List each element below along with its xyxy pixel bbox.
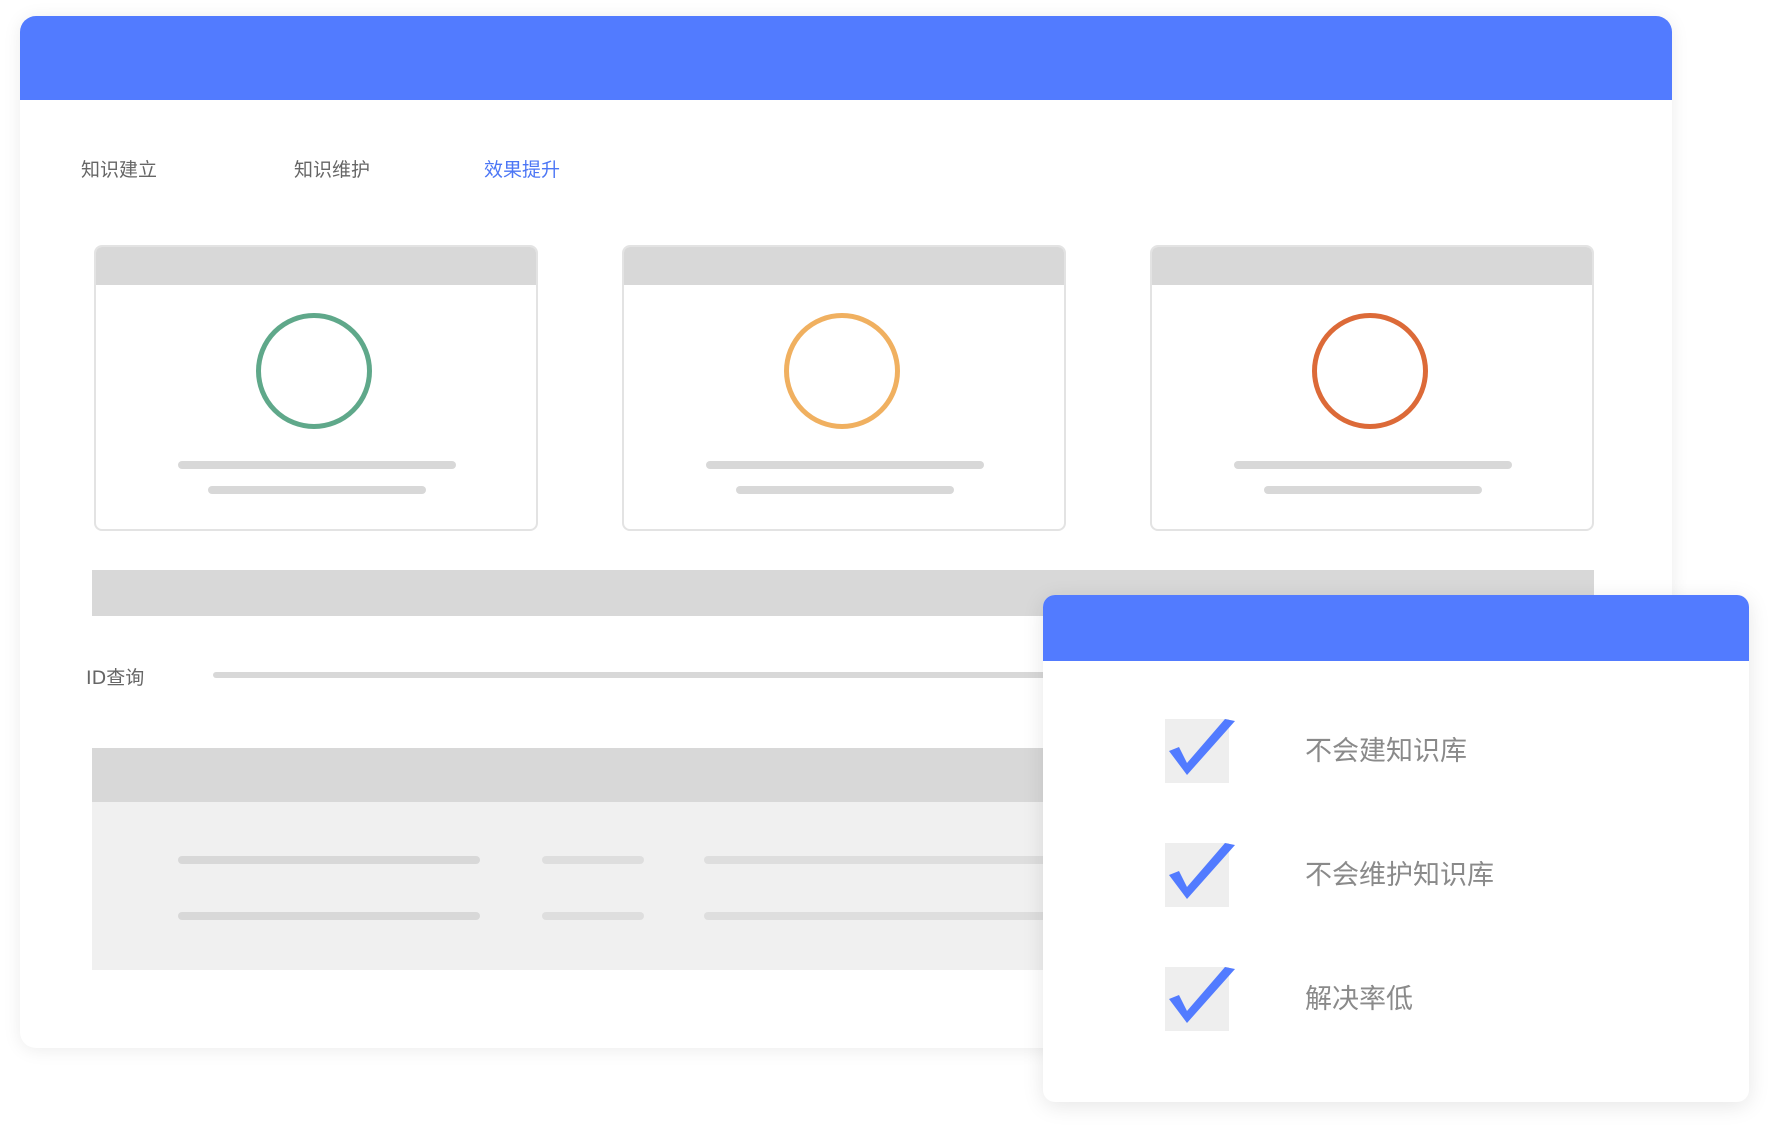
- checklist-item[interactable]: 解决率低: [1043, 967, 1749, 1031]
- check-icon: [1169, 719, 1235, 775]
- ring-icon-orange: [784, 313, 900, 429]
- tab-knowledge-building[interactable]: 知识建立: [81, 156, 157, 184]
- card-green[interactable]: [94, 245, 538, 531]
- checklist-item[interactable]: 不会建知识库: [1043, 719, 1749, 783]
- card-header: [624, 247, 1064, 285]
- ring-icon-red: [1312, 313, 1428, 429]
- checkbox[interactable]: [1165, 719, 1235, 783]
- tab-knowledge-maintenance[interactable]: 知识维护: [294, 156, 370, 184]
- card-text-placeholder: [1234, 461, 1512, 469]
- table-cell-placeholder: [542, 856, 644, 864]
- table-cell-placeholder: [178, 856, 480, 864]
- checklist-item[interactable]: 不会维护知识库: [1043, 843, 1749, 907]
- card-header: [96, 247, 536, 285]
- card-header: [1152, 247, 1592, 285]
- checklist-item-label: 不会建知识库: [1305, 736, 1467, 767]
- card-text-placeholder: [706, 461, 984, 469]
- check-icon: [1169, 843, 1235, 899]
- tab-effect-improvement[interactable]: 效果提升: [484, 156, 560, 184]
- card-red[interactable]: [1150, 245, 1594, 531]
- card-orange[interactable]: [622, 245, 1066, 531]
- checkbox[interactable]: [1165, 967, 1235, 1031]
- checkbox[interactable]: [1165, 843, 1235, 907]
- checklist-item-label: 解决率低: [1305, 984, 1413, 1015]
- checklist-item-label: 不会维护知识库: [1305, 860, 1494, 891]
- check-icon: [1169, 967, 1235, 1023]
- id-query-label: ID查询: [86, 667, 145, 689]
- main-window-header: [20, 16, 1672, 100]
- checklist-panel: 不会建知识库 不会维护知识库 解决率低: [1043, 595, 1749, 1102]
- checklist-panel-header: [1043, 595, 1749, 661]
- card-text-placeholder: [208, 486, 426, 494]
- table-cell-placeholder: [542, 912, 644, 920]
- card-text-placeholder: [178, 461, 456, 469]
- card-text-placeholder: [1264, 486, 1482, 494]
- ring-icon-green: [256, 313, 372, 429]
- table-cell-placeholder: [178, 912, 480, 920]
- card-text-placeholder: [736, 486, 954, 494]
